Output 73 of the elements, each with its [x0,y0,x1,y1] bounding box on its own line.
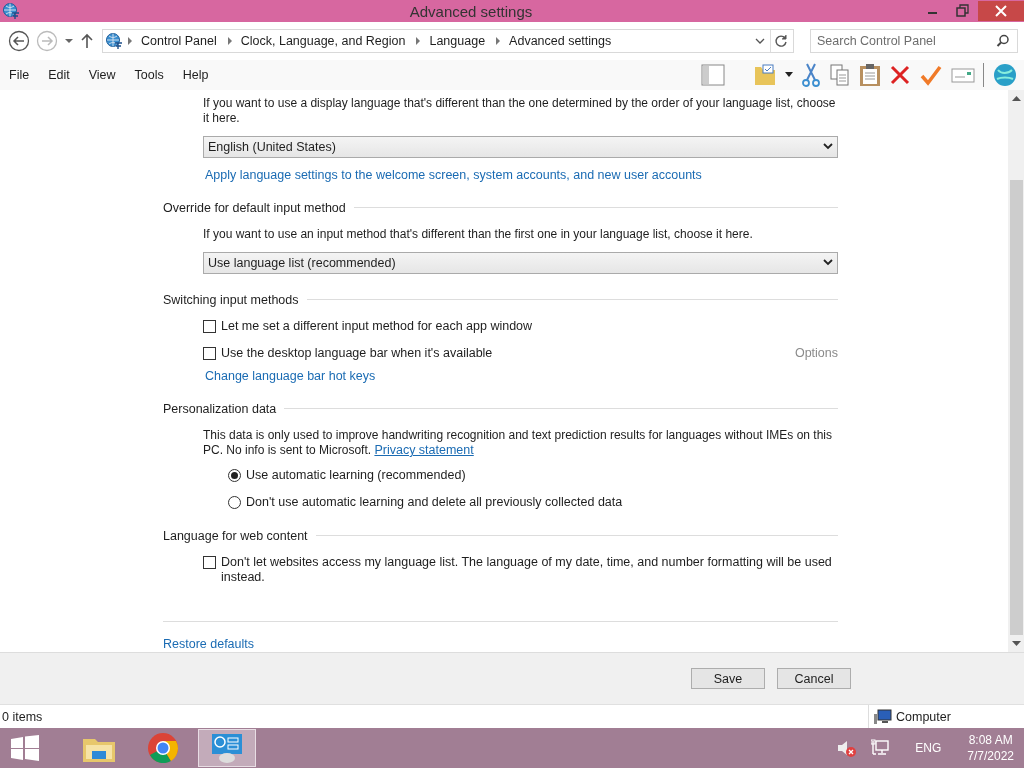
checkbox-label[interactable]: Use the desktop language bar when it's available [221,345,493,361]
location-icon [105,31,123,50]
delete-icon[interactable] [889,63,911,86]
menu-item[interactable]: Edit [48,67,70,82]
breadcrumb-item[interactable]: Language [429,33,486,48]
breadcrumb-item[interactable]: Control Panel [141,33,217,48]
restore-defaults-link[interactable]: Restore defaults [163,636,255,651]
copy-icon[interactable] [829,62,851,87]
breadcrumb-item[interactable]: Advanced settings [509,33,612,48]
dropdown[interactable]: English (United States) [203,135,838,158]
radio-button[interactable] [228,468,241,482]
clipboard-icon[interactable] [859,62,881,87]
description-text: If you want to use an input method that's different than the first one in your language list, choose it here. [203,226,754,242]
chevron-icon [127,36,133,45]
search-field[interactable]: Search Control Panel [810,28,1018,53]
scrollbar-thumb[interactable] [1009,179,1023,635]
control-panel-icon[interactable] [210,732,244,765]
dialog-button[interactable]: Save [691,668,765,690]
app-icon [2,2,20,20]
window-title: Advanced settings [408,2,534,20]
radio-label[interactable]: Use automatic learning (recommended) [246,467,466,483]
checkbox[interactable] [203,319,216,333]
speaker-muted-icon[interactable] [837,739,858,758]
scissors-icon[interactable] [801,62,821,87]
menu-item[interactable]: Help [182,67,209,82]
link[interactable]: Apply language settings to the welcome screen, system accounts, and new user accounts [205,167,702,182]
close-button[interactable] [978,1,1024,21]
privacy-link[interactable]: Privacy statement [374,442,474,457]
checkbox-label[interactable]: Don't let websites access my language list. The language of my date, time, and number formatting will be used instead. [221,554,838,585]
address-bar[interactable]: Control Panel Clock, Language, and Region Language Advanced settings [102,28,794,53]
windows-icon[interactable] [11,735,39,762]
section-heading: Language for web content [163,528,308,543]
checkbox[interactable] [203,346,216,360]
description-text: This data is only used to improve handwriting recognition and text prediction results for languages without IMEs on this PC. No info is sent to Microsoft. Privacy statement [203,427,833,458]
section-heading: Personalization data [163,401,277,416]
network-icon[interactable] [871,739,890,758]
search-icon [996,33,1010,48]
menu-item[interactable]: View [88,67,116,82]
section-heading: Switching input methods [163,292,299,307]
checkbox[interactable] [203,555,216,569]
radio-label[interactable]: Don't use automatic learning and delete all previously collected data [246,494,623,510]
description-text: If you want to use a display language that's different than the one determined by the order of your language list, choose it here. [203,95,837,126]
menu-item[interactable]: File [9,67,30,82]
checkbox-label[interactable]: Let me set a different input method for each app window [221,318,533,334]
scroll-down-icon[interactable] [1011,641,1021,648]
link[interactable]: Change language bar hot keys [205,368,376,383]
scroll-up-icon[interactable] [1011,94,1021,101]
computer-icon [874,708,892,725]
browser-icon[interactable] [147,732,179,765]
menu-item[interactable]: Tools [134,67,164,82]
clock[interactable]: 8:08 AM 7/7/2022 [967,732,1014,765]
language-indicator[interactable]: ENG [915,741,942,756]
globe-icon[interactable] [992,61,1018,88]
chevron-icon [226,36,233,45]
checkmark-icon[interactable] [919,63,943,86]
chevron-icon [495,36,502,45]
chevron-icon [415,36,422,45]
folder-icon[interactable] [753,62,777,87]
back-icon[interactable] [8,29,30,52]
status-text: 0 items [2,709,43,724]
radio-button[interactable] [228,495,241,509]
dropdown-icon[interactable] [785,71,793,78]
dialog-button[interactable]: Cancel [777,668,851,690]
breadcrumb-item[interactable]: Clock, Language, and Region [240,33,406,48]
location-text: Computer [896,709,951,724]
scrollbar[interactable] [1008,89,1024,653]
chevron-down-icon [823,142,833,151]
up-icon[interactable] [80,32,94,49]
chevron-down-icon [823,258,833,267]
close-icon [995,5,1007,17]
dropdown[interactable]: Use language list (recommended) [203,251,838,274]
recent-icon[interactable] [64,36,74,45]
section-heading: Override for default input method [163,200,346,215]
